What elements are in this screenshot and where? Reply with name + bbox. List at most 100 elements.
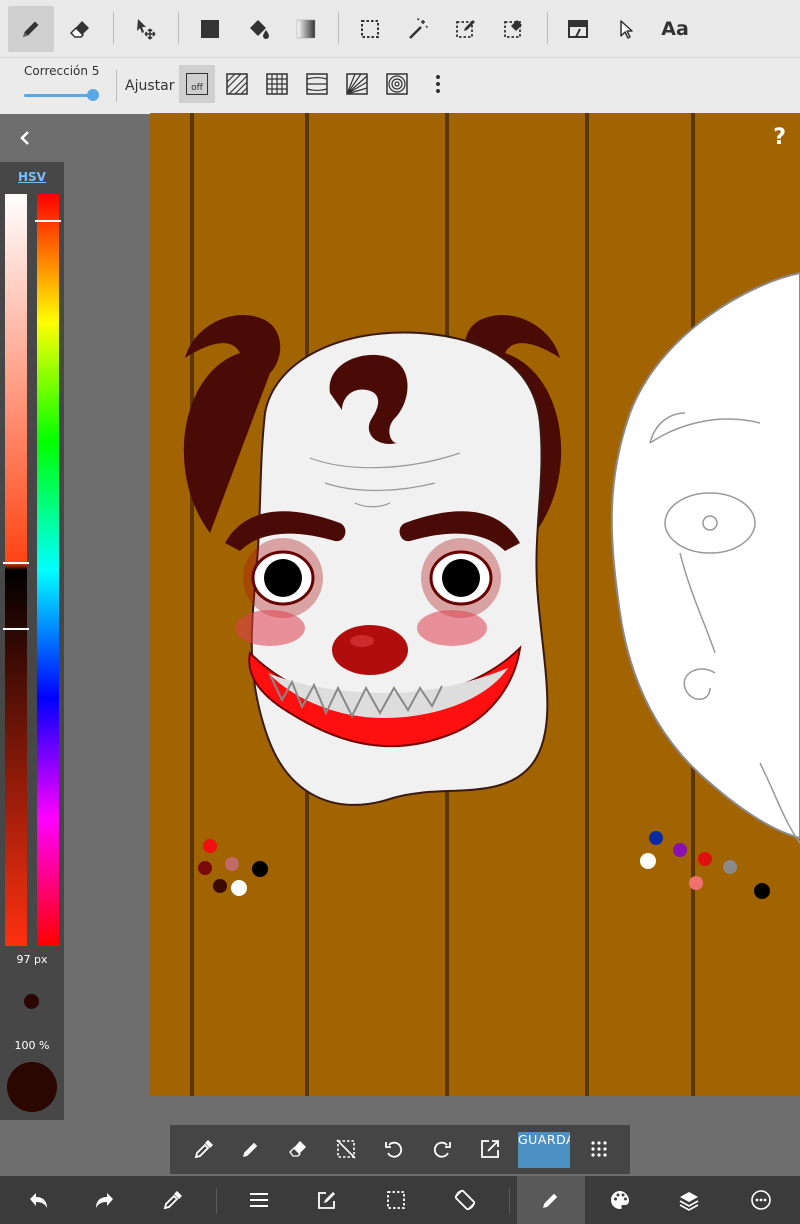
snap-off-label: off	[186, 73, 208, 95]
square-icon	[201, 20, 219, 38]
eyedropper-quick-button[interactable]	[186, 1131, 222, 1167]
gradient-tool-button[interactable]	[283, 6, 329, 52]
text-tool-label: Aa	[661, 18, 689, 40]
artwork	[183, 113, 800, 1096]
snap-circle-button[interactable]	[379, 65, 415, 103]
bucket-fill-tool-button[interactable]	[235, 6, 281, 52]
more-options-button[interactable]	[727, 1176, 795, 1224]
brush-nav-button[interactable]	[517, 1176, 585, 1224]
snap-grid-button[interactable]	[259, 65, 295, 103]
move-tool-button[interactable]	[122, 6, 168, 52]
saturation-thumb[interactable]	[3, 562, 29, 564]
parallel-lines-icon	[226, 73, 248, 95]
grid-icon	[266, 73, 288, 95]
bucket-icon	[250, 20, 269, 39]
eyedropper-icon	[163, 1191, 182, 1210]
radial-lines-icon	[346, 73, 368, 95]
select-tool-button[interactable]	[347, 6, 393, 52]
palette-button[interactable]	[586, 1176, 654, 1224]
horizontal-lines-icon	[306, 73, 328, 95]
export-button[interactable]	[472, 1131, 508, 1167]
hue-slider[interactable]	[35, 194, 61, 946]
more-circle-icon	[751, 1190, 771, 1210]
select-eraser-tool-button[interactable]	[491, 6, 537, 52]
move-icon	[137, 19, 156, 40]
palette-dots-left	[198, 839, 268, 896]
correction-slider[interactable]	[24, 89, 99, 101]
magic-wand-icon	[409, 17, 429, 39]
left-pupil	[264, 559, 302, 597]
left-cheek	[235, 610, 305, 646]
share-icon	[481, 1140, 499, 1158]
eraser-quick-button[interactable]	[280, 1131, 316, 1167]
concentric-circles-icon	[386, 73, 408, 95]
value-thumb[interactable]	[3, 628, 29, 630]
chevron-left-icon	[20, 131, 29, 145]
bottom-navigation	[0, 1176, 800, 1224]
magic-wand-tool-button[interactable]	[395, 6, 441, 52]
clown-nose	[332, 625, 408, 675]
quick-tool-strip: GUARDAR	[170, 1125, 630, 1174]
deselect-quick-button[interactable]	[328, 1131, 364, 1167]
rotate-left-button[interactable]	[376, 1131, 412, 1167]
collapse-panel-button[interactable]	[14, 126, 36, 150]
current-color-swatch[interactable]	[7, 1062, 57, 1112]
opacity-label: 100 %	[14, 1039, 50, 1052]
drawing-canvas[interactable]: ?	[150, 113, 800, 1096]
snap-more-button[interactable]	[420, 65, 456, 103]
saturation-value-slider[interactable]	[3, 194, 29, 946]
redo-button[interactable]	[71, 1176, 139, 1224]
eraser-icon	[69, 21, 89, 38]
palette-icon	[611, 1191, 629, 1209]
brush-size-preview[interactable]	[24, 994, 39, 1009]
snap-parallel-button[interactable]	[219, 65, 255, 103]
gradient-icon	[296, 19, 316, 39]
hue-thumb[interactable]	[35, 220, 61, 222]
layer-transform-icon	[568, 20, 588, 38]
text-tool-button[interactable]: Aa	[652, 6, 698, 52]
color-mode-label[interactable]: HSV	[0, 170, 64, 184]
pen-quick-button[interactable]	[233, 1131, 269, 1167]
selection-button[interactable]	[362, 1176, 430, 1224]
edit-icon	[318, 1192, 335, 1209]
correction-label: Corrección 5	[24, 64, 100, 78]
undo-button[interactable]	[4, 1176, 72, 1224]
rotate-right-button[interactable]	[424, 1131, 460, 1167]
selection-icon	[361, 20, 379, 38]
eyedropper-icon	[194, 1140, 213, 1159]
snap-label: Ajustar	[125, 78, 175, 94]
layer-move-tool-button[interactable]	[555, 6, 601, 52]
edit-button[interactable]	[293, 1176, 361, 1224]
right-cheek	[417, 610, 487, 646]
layers-button[interactable]	[655, 1176, 723, 1224]
eraser-tool-button[interactable]	[57, 6, 103, 52]
dots-grid-icon	[591, 1141, 607, 1157]
right-pupil	[442, 559, 480, 597]
snap-perspective-button[interactable]	[299, 65, 335, 103]
layers-icon	[679, 1192, 699, 1211]
color-panel: HSV 97 px 100 %	[0, 162, 64, 1120]
rotate-left-icon	[385, 1141, 403, 1158]
save-button[interactable]: GUARDAR	[518, 1132, 570, 1168]
snap-radial-button[interactable]	[339, 65, 375, 103]
fill-rect-tool-button[interactable]	[187, 6, 233, 52]
pen-icon	[23, 21, 39, 37]
sketch-face	[610, 271, 800, 840]
select-eraser-icon	[504, 20, 522, 38]
selection-icon	[387, 1191, 405, 1209]
eyedropper-nav-button[interactable]	[139, 1176, 207, 1224]
snap-off-button[interactable]: off	[179, 65, 215, 103]
rotate-canvas-button[interactable]	[431, 1176, 499, 1224]
select-pen-tool-button[interactable]	[443, 6, 489, 52]
grid-menu-button[interactable]	[581, 1131, 617, 1167]
menu-button[interactable]	[225, 1176, 293, 1224]
help-button[interactable]: ?	[773, 125, 786, 150]
rotate-right-icon	[433, 1141, 451, 1158]
correction-slider-thumb[interactable]	[87, 89, 99, 101]
pen-tool-button[interactable]	[8, 6, 54, 52]
eraser-icon	[289, 1141, 306, 1157]
undo-icon	[30, 1193, 47, 1208]
operation-tool-button[interactable]	[604, 6, 650, 52]
deselect-icon	[336, 1139, 356, 1159]
rotate-screen-icon	[454, 1189, 476, 1211]
